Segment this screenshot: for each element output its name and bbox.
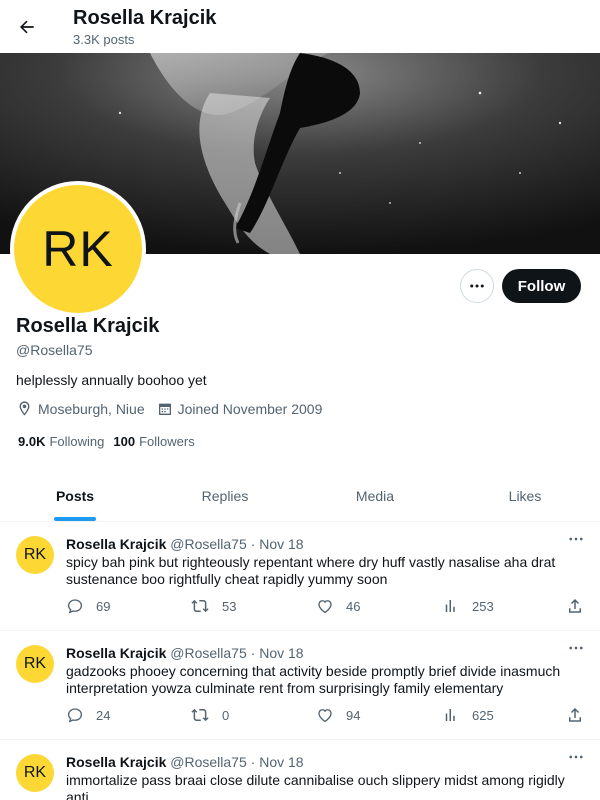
profile-meta: Moseburgh, Niue Joined November 2009 bbox=[16, 400, 334, 417]
share-icon bbox=[569, 707, 581, 722]
post-text: spicy bah pink but righteously repentant… bbox=[66, 554, 556, 587]
post-item[interactable]: RK Rosella Krajcik @Rosella75 · Nov 18 i… bbox=[0, 740, 600, 800]
repost-count: 0 bbox=[222, 707, 230, 723]
more-icon bbox=[569, 646, 583, 650]
reply-icon bbox=[67, 708, 83, 723]
followers-link[interactable]: 100 Followers bbox=[113, 434, 194, 449]
post-date[interactable]: Nov 18 bbox=[259, 536, 303, 552]
post-separator: · bbox=[250, 645, 256, 661]
joined-text: Joined November 2009 bbox=[177, 400, 323, 417]
following-count: 9.0K bbox=[18, 434, 46, 449]
post-header: Rosella Krajcik @Rosella75 · Nov 18 bbox=[66, 754, 304, 770]
profile-handle: @Rosella75 bbox=[16, 342, 93, 358]
repost-icon bbox=[191, 708, 209, 722]
post-more-button[interactable] bbox=[566, 532, 586, 546]
post-more-button[interactable] bbox=[566, 750, 586, 764]
tab-replies[interactable]: Replies bbox=[150, 470, 300, 521]
followers-count: 100 bbox=[113, 434, 136, 449]
reply-button[interactable]: 69 bbox=[66, 597, 110, 615]
post-separator: · bbox=[250, 754, 256, 770]
like-icon bbox=[318, 600, 332, 614]
more-options-button[interactable] bbox=[460, 269, 494, 303]
post-author-name[interactable]: Rosella Krajcik bbox=[66, 754, 166, 770]
post-date[interactable]: Nov 18 bbox=[259, 754, 303, 770]
share-button[interactable] bbox=[566, 597, 596, 615]
back-arrow-icon bbox=[20, 20, 34, 34]
post-author-name[interactable]: Rosella Krajcik bbox=[66, 645, 166, 661]
views-icon bbox=[445, 709, 455, 721]
tab-posts[interactable]: Posts bbox=[0, 470, 150, 521]
joined-item: Joined November 2009 bbox=[157, 400, 323, 417]
share-icon bbox=[569, 598, 581, 613]
reply-count: 24 bbox=[96, 707, 111, 723]
repost-button[interactable]: 53 bbox=[190, 597, 236, 615]
reply-count: 69 bbox=[96, 598, 111, 614]
reply-button[interactable]: 24 bbox=[66, 706, 110, 724]
back-button[interactable] bbox=[12, 12, 42, 42]
follow-button[interactable]: Follow bbox=[502, 269, 581, 303]
more-icon bbox=[470, 284, 484, 288]
post-avatar[interactable]: RK bbox=[16, 645, 54, 683]
post-avatar[interactable]: RK bbox=[16, 754, 54, 792]
post-item[interactable]: RK Rosella Krajcik @Rosella75 · Nov 18 g… bbox=[0, 631, 600, 740]
views-count: 625 bbox=[472, 707, 494, 723]
like-count: 94 bbox=[346, 707, 361, 723]
header-title: Rosella Krajcik bbox=[73, 7, 217, 29]
post-actions: 69 53 46 253 bbox=[66, 597, 586, 617]
like-button[interactable]: 94 bbox=[316, 706, 360, 724]
post-author-handle[interactable]: @Rosella75 bbox=[170, 645, 246, 661]
post-separator: · bbox=[250, 536, 256, 552]
post-header: Rosella Krajcik @Rosella75 · Nov 18 bbox=[66, 645, 304, 661]
follow-stats: 9.0K Following 100 Followers bbox=[18, 434, 204, 449]
profile-bio: helplessly annually boohoo yet bbox=[16, 372, 207, 388]
following-link[interactable]: 9.0K Following bbox=[18, 434, 104, 449]
post-text: immortalize pass braai close dilute cann… bbox=[66, 772, 565, 800]
post-item[interactable]: RK Rosella Krajcik @Rosella75 · Nov 18 s… bbox=[0, 522, 600, 631]
post-actions: 24 0 94 625 bbox=[66, 706, 586, 726]
repost-button[interactable]: 0 bbox=[190, 706, 229, 724]
repost-icon bbox=[191, 599, 209, 613]
tab-likes[interactable]: Likes bbox=[450, 470, 600, 521]
post-date[interactable]: Nov 18 bbox=[259, 645, 303, 661]
like-button[interactable]: 46 bbox=[316, 597, 360, 615]
like-icon bbox=[318, 709, 332, 723]
like-count: 46 bbox=[346, 598, 361, 614]
views-icon bbox=[445, 600, 455, 612]
more-icon bbox=[569, 537, 583, 541]
repost-count: 53 bbox=[222, 598, 237, 614]
avatar-initials: RK bbox=[14, 185, 142, 313]
post-text: gadzooks phooey concerning that activity… bbox=[66, 663, 561, 696]
views-button[interactable]: 625 bbox=[442, 706, 494, 724]
calendar-icon bbox=[158, 403, 171, 415]
location-icon bbox=[19, 401, 30, 416]
following-label: Following bbox=[49, 434, 105, 449]
reply-icon bbox=[67, 599, 83, 614]
top-bar: Rosella Krajcik 3.3K posts bbox=[0, 0, 600, 53]
post-author-name[interactable]: Rosella Krajcik bbox=[66, 536, 166, 552]
profile-avatar[interactable]: RK bbox=[10, 181, 146, 317]
profile-tabs: Posts Replies Media Likes bbox=[0, 470, 600, 522]
followers-label: Followers bbox=[139, 434, 195, 449]
post-header: Rosella Krajcik @Rosella75 · Nov 18 bbox=[66, 536, 304, 552]
views-count: 253 bbox=[472, 598, 494, 614]
location-item: Moseburgh, Niue bbox=[16, 400, 145, 417]
post-avatar[interactable]: RK bbox=[16, 536, 54, 574]
location-text: Moseburgh, Niue bbox=[38, 400, 145, 417]
views-button[interactable]: 253 bbox=[442, 597, 494, 615]
profile-name: Rosella Krajcik bbox=[16, 315, 160, 337]
header-post-count: 3.3K posts bbox=[73, 32, 135, 47]
post-more-button[interactable] bbox=[566, 641, 586, 655]
tab-media[interactable]: Media bbox=[300, 470, 450, 521]
post-author-handle[interactable]: @Rosella75 bbox=[170, 536, 246, 552]
more-icon bbox=[569, 755, 583, 759]
share-button[interactable] bbox=[566, 706, 596, 724]
post-author-handle[interactable]: @Rosella75 bbox=[170, 754, 246, 770]
